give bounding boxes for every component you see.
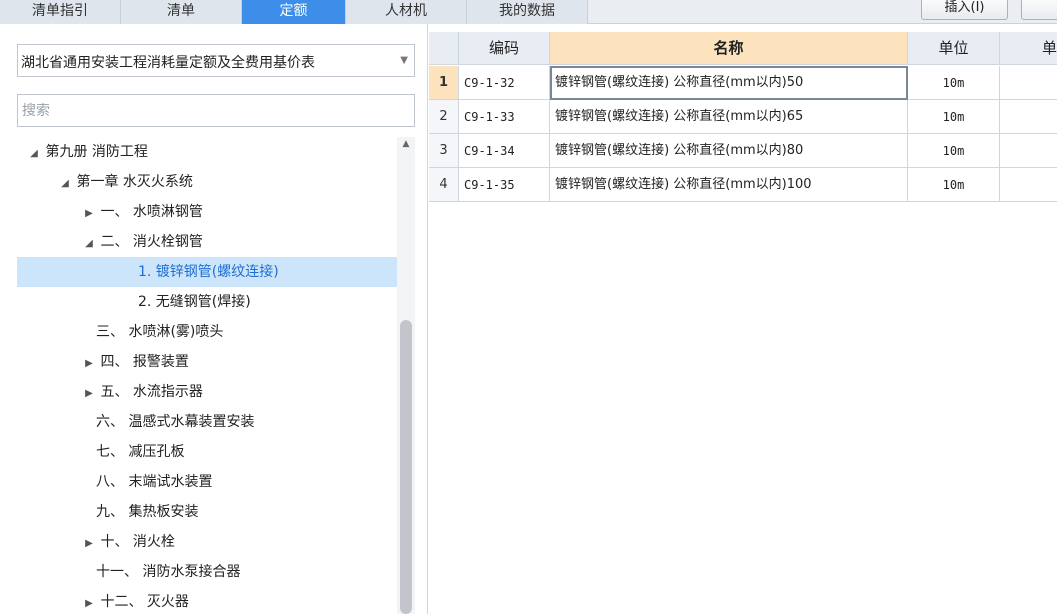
quota-table: 编码 名称 单位 单 1 C9-1-32 镀锌钢管(螺纹连接) 公称直径(mm以… xyxy=(429,24,1057,614)
collapsed-triangle-icon[interactable]: ▶ xyxy=(82,589,96,614)
tree-node[interactable]: 九、 集热板安装 xyxy=(17,497,397,527)
tree-node-label: 2. 无缝钢管(焊接) xyxy=(138,294,251,310)
tree-node-label: 五、 水流指示器 xyxy=(100,384,203,400)
collapsed-triangle-icon[interactable]: ▶ xyxy=(82,379,96,409)
collapsed-triangle-icon[interactable]: ▶ xyxy=(82,199,96,229)
tree-node-label: 一、 水喷淋钢管 xyxy=(100,204,203,220)
unit-cell[interactable]: 10m xyxy=(908,66,1000,100)
unit-cell[interactable]: 10m xyxy=(908,100,1000,134)
name-column-header[interactable]: 名称 xyxy=(550,32,908,65)
chevron-down-icon[interactable]: ▼ xyxy=(400,55,408,66)
row-number: 1 xyxy=(429,66,459,100)
tree-node-label: 1. 镀锌钢管(螺纹连接) xyxy=(138,264,279,280)
tree-node-label: 八、 末端试水装置 xyxy=(96,474,213,490)
tree-node[interactable]: ▶ 十、 消火栓 xyxy=(17,527,397,557)
library-select[interactable]: 湖北省通用安装工程消耗量定额及全费用基价表 ▼ xyxy=(17,44,415,77)
table-row[interactable]: 1 C9-1-32 镀锌钢管(螺纹连接) 公称直径(mm以内)50 10m xyxy=(429,66,1057,100)
tree-node[interactable]: 六、 温感式水幕装置安装 xyxy=(17,407,397,437)
code-cell[interactable]: C9-1-35 xyxy=(459,168,550,202)
extra-cell[interactable] xyxy=(1000,134,1057,168)
tree-node[interactable]: ▶ 四、 报警装置 xyxy=(17,347,397,377)
row-number: 3 xyxy=(429,134,459,168)
tree-node-label: 十一、 消防水泵接合器 xyxy=(96,564,241,580)
name-cell[interactable]: 镀锌钢管(螺纹连接) 公称直径(mm以内)50 xyxy=(550,66,908,100)
tree-node[interactable]: ◢ 第九册 消防工程 xyxy=(17,137,397,167)
row-number: 4 xyxy=(429,168,459,202)
unit-cell[interactable]: 10m xyxy=(908,168,1000,202)
search-input[interactable] xyxy=(17,94,415,127)
collapsed-triangle-icon[interactable]: ▶ xyxy=(82,529,96,559)
tree-node[interactable]: ◢ 二、 消火栓钢管 xyxy=(17,227,397,257)
scroll-up-arrow-icon[interactable]: ▲ xyxy=(397,139,415,149)
tree-node-label: 六、 温感式水幕装置安装 xyxy=(96,414,255,430)
name-cell[interactable]: 镀锌钢管(螺纹连接) 公称直径(mm以内)65 xyxy=(550,100,908,134)
tab-my-data[interactable]: 我的数据 xyxy=(467,0,588,24)
tree-node-label: 第九册 消防工程 xyxy=(45,144,148,160)
tab-bill[interactable]: 清单 xyxy=(121,0,242,24)
extra-cell[interactable] xyxy=(1000,66,1057,100)
name-cell[interactable]: 镀锌钢管(螺纹连接) 公称直径(mm以内)100 xyxy=(550,168,908,202)
tree-scrollbar[interactable]: ▲ xyxy=(397,137,415,614)
tree-node[interactable]: 2. 无缝钢管(焊接) xyxy=(17,287,397,317)
tree-node[interactable]: 七、 减压孔板 xyxy=(17,437,397,467)
tree-node-label: 七、 减压孔板 xyxy=(96,444,185,460)
expanded-triangle-icon[interactable]: ◢ xyxy=(58,169,72,199)
code-cell[interactable]: C9-1-32 xyxy=(459,66,550,100)
name-cell[interactable]: 镀锌钢管(螺纹连接) 公称直径(mm以内)80 xyxy=(550,134,908,168)
extra-column-header[interactable]: 单 xyxy=(1000,32,1057,65)
row-number-header xyxy=(429,32,459,65)
unit-column-header[interactable]: 单位 xyxy=(908,32,1000,65)
tree-node[interactable]: ◢ 第一章 水灭火系统 xyxy=(17,167,397,197)
tree-node[interactable]: ▶ 十二、 灭火器 xyxy=(17,587,397,614)
tab-list-guide[interactable]: 清单指引 xyxy=(0,0,121,24)
tab-labor-material-machine[interactable]: 人材机 xyxy=(346,0,467,24)
more-button[interactable] xyxy=(1021,0,1057,20)
library-select-value: 湖北省通用安装工程消耗量定额及全费用基价表 xyxy=(21,55,315,71)
scrollbar-thumb[interactable] xyxy=(400,320,412,614)
chapter-tree: ◢ 第九册 消防工程 ◢ 第一章 水灭火系统 ▶ 一、 水喷淋钢管 ◢ 二、 消… xyxy=(17,137,397,614)
expanded-triangle-icon[interactable]: ◢ xyxy=(82,229,96,259)
tree-node-label: 十二、 灭火器 xyxy=(100,594,189,610)
tree-node-label: 四、 报警装置 xyxy=(100,354,189,370)
expanded-triangle-icon[interactable]: ◢ xyxy=(27,139,41,169)
extra-cell[interactable] xyxy=(1000,100,1057,134)
tree-node[interactable]: 十一、 消防水泵接合器 xyxy=(17,557,397,587)
tree-node-label: 十、 消火栓 xyxy=(100,534,175,550)
table-row[interactable]: 3 C9-1-34 镀锌钢管(螺纹连接) 公称直径(mm以内)80 10m xyxy=(429,134,1057,168)
tree-node[interactable]: ▶ 一、 水喷淋钢管 xyxy=(17,197,397,227)
code-cell[interactable]: C9-1-34 xyxy=(459,134,550,168)
code-column-header[interactable]: 编码 xyxy=(459,32,550,65)
top-tab-bar: 清单指引 清单 定额 人材机 我的数据 插入(I) xyxy=(0,0,1057,24)
tree-node-label: 三、 水喷淋(雾)喷头 xyxy=(96,324,224,340)
extra-cell[interactable] xyxy=(1000,168,1057,202)
tree-node-selected[interactable]: 1. 镀锌钢管(螺纹连接) xyxy=(17,257,397,287)
row-number: 2 xyxy=(429,100,459,134)
table-row[interactable]: 4 C9-1-35 镀锌钢管(螺纹连接) 公称直径(mm以内)100 10m xyxy=(429,168,1057,202)
unit-cell[interactable]: 10m xyxy=(908,134,1000,168)
tree-node-label: 九、 集热板安装 xyxy=(96,504,199,520)
tab-quota[interactable]: 定额 xyxy=(242,0,346,24)
tree-node[interactable]: 三、 水喷淋(雾)喷头 xyxy=(17,317,397,347)
quota-library-panel: 湖北省通用安装工程消耗量定额及全费用基价表 ▼ ◢ 第九册 消防工程 ◢ 第一章… xyxy=(0,24,428,614)
tree-node[interactable]: 八、 末端试水装置 xyxy=(17,467,397,497)
collapsed-triangle-icon[interactable]: ▶ xyxy=(82,349,96,379)
insert-button[interactable]: 插入(I) xyxy=(921,0,1008,20)
tree-node-label: 二、 消火栓钢管 xyxy=(100,234,203,250)
tree-node-label: 第一章 水灭火系统 xyxy=(76,174,193,190)
table-row[interactable]: 2 C9-1-33 镀锌钢管(螺纹连接) 公称直径(mm以内)65 10m xyxy=(429,100,1057,134)
tree-node[interactable]: ▶ 五、 水流指示器 xyxy=(17,377,397,407)
code-cell[interactable]: C9-1-33 xyxy=(459,100,550,134)
